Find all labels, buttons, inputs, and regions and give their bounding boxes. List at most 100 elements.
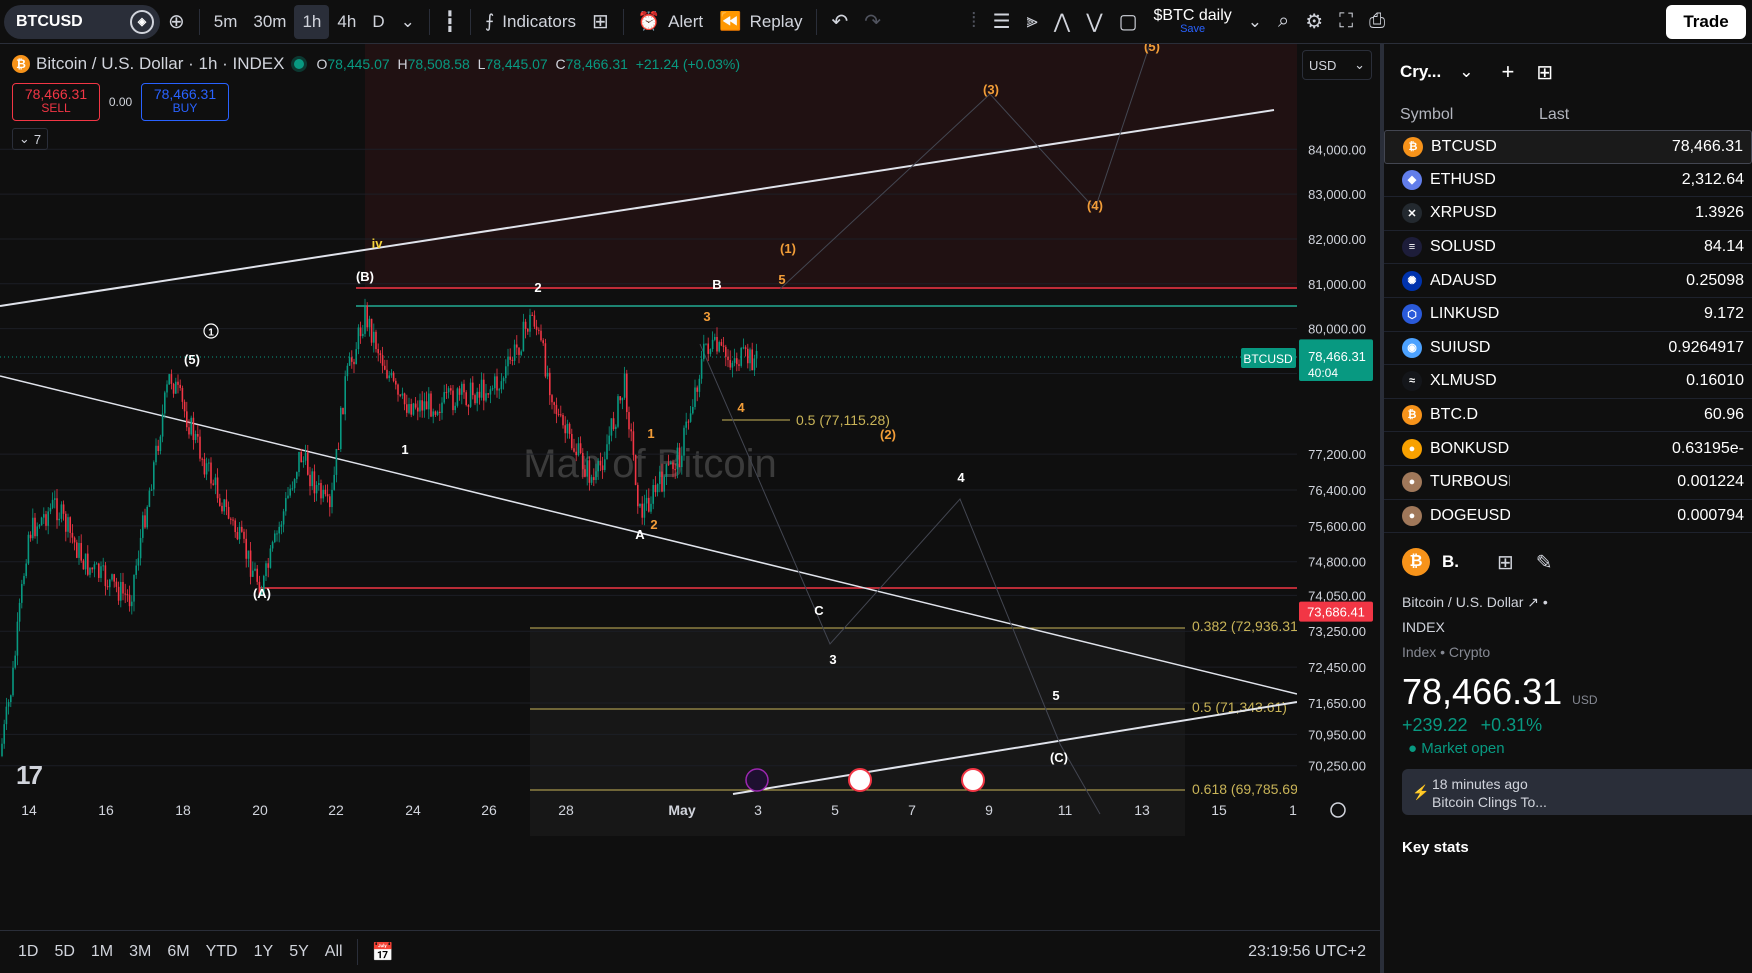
separator-dot: • bbox=[1542, 594, 1548, 610]
candle-body bbox=[392, 372, 395, 381]
redo-icon[interactable]: ↷ bbox=[856, 5, 889, 39]
undo-icon[interactable]: ↶ bbox=[823, 5, 856, 39]
candle-body bbox=[131, 601, 133, 607]
candle-body bbox=[604, 459, 606, 470]
price-tick-label: 74,800.00 bbox=[1308, 555, 1366, 570]
currency-select[interactable]: USD ⌄ bbox=[1302, 50, 1372, 80]
settings-icon[interactable]: ⚙ bbox=[1297, 5, 1331, 39]
time-tick-label: 26 bbox=[481, 802, 497, 818]
watchlist-row-btcusd[interactable]: ₿ BTCUSD 78,466.31 bbox=[1384, 130, 1752, 164]
candle-body bbox=[76, 542, 78, 558]
replay-button[interactable]: ⏪ Replay bbox=[711, 5, 810, 39]
layout-icon[interactable]: ▢ bbox=[1111, 5, 1146, 39]
range-1m[interactable]: 1M bbox=[83, 943, 121, 961]
layout-menu[interactable]: $BTC daily Save bbox=[1146, 5, 1240, 39]
external-link-icon[interactable]: ↗ bbox=[1527, 594, 1539, 610]
timeframe-dropdown-icon[interactable]: ⌄ bbox=[393, 5, 423, 39]
indicators-collapse-button[interactable]: ⌄ 7 bbox=[12, 128, 48, 150]
details-name[interactable]: Bitcoin / U.S. Dollar bbox=[1402, 594, 1523, 610]
coin-icon: ✕ bbox=[1402, 203, 1422, 224]
layout-save[interactable]: Save bbox=[1180, 24, 1205, 35]
fullscreen-icon[interactable]: ⛶ bbox=[1331, 5, 1361, 39]
camera-icon[interactable]: ⎙ bbox=[1361, 5, 1393, 39]
candle-body bbox=[236, 532, 239, 540]
elliott-impulse-icon[interactable]: ⋀ bbox=[1046, 5, 1078, 39]
col-last[interactable]: Last bbox=[1539, 106, 1569, 124]
grid-icon[interactable]: ⊞ bbox=[1497, 550, 1514, 575]
buy-button[interactable]: 78,466.31 BUY bbox=[141, 83, 229, 121]
range-6m[interactable]: 6M bbox=[159, 943, 197, 961]
timeframe-5m[interactable]: 5m bbox=[206, 5, 246, 39]
watchlist-row-linkusd[interactable]: ⬡ LINKUSD 9.172 bbox=[1384, 298, 1752, 332]
range-1y[interactable]: 1Y bbox=[246, 943, 282, 961]
watchlist-row-bonkusd[interactable]: ● BONKUSD 0.63195e- bbox=[1384, 432, 1752, 466]
watchlist-symbol: ETHUSD bbox=[1430, 170, 1496, 188]
add-icon[interactable]: + bbox=[1502, 59, 1515, 85]
watchlist-title[interactable]: Cry... bbox=[1400, 62, 1441, 82]
col-symbol[interactable]: Symbol bbox=[1400, 106, 1453, 124]
candle-body bbox=[557, 414, 560, 416]
candle-body bbox=[49, 507, 52, 512]
calendar-icon[interactable]: 📅 bbox=[364, 942, 402, 963]
wave-label-white: 1 bbox=[401, 442, 408, 457]
fib-extension-icon[interactable]: ⫸ bbox=[1019, 5, 1046, 39]
trade-button[interactable]: Trade bbox=[1666, 5, 1746, 39]
watchlist-row-xrpusd[interactable]: ✕ XRPUSD 1.3926 bbox=[1384, 197, 1752, 231]
candle-body bbox=[540, 330, 542, 341]
sell-label: SELL bbox=[41, 101, 71, 116]
tradingview-logo[interactable]: 17 bbox=[16, 760, 43, 791]
range-5y[interactable]: 5Y bbox=[281, 943, 317, 961]
fib-retracement-icon[interactable]: ☰ bbox=[985, 5, 1019, 39]
layout-dropdown-icon[interactable]: ⌄ bbox=[1240, 5, 1270, 39]
timeframe-4h[interactable]: 4h bbox=[329, 5, 364, 39]
timeframe-1h[interactable]: 1h bbox=[294, 4, 330, 39]
edit-icon[interactable]: ✎ bbox=[1536, 550, 1553, 575]
chart-pane[interactable]: Man of Bitcoin 0.5 (77,115.28) 0.382 (72,9… bbox=[0, 44, 1380, 930]
quick-search-icon[interactable]: ⌕ bbox=[1270, 5, 1297, 39]
watchlist-row-btcd[interactable]: ₿ BTC.D 60.96 bbox=[1384, 399, 1752, 433]
candle-style-icon[interactable]: ┇ bbox=[436, 5, 464, 39]
range-ytd[interactable]: YTD bbox=[198, 943, 246, 961]
time-tick-label: 22 bbox=[328, 802, 344, 818]
news-item[interactable]: ⚡ 18 minutes ago Bitcoin Clings To... bbox=[1402, 769, 1752, 815]
timeframe-30m[interactable]: 30m bbox=[245, 5, 294, 39]
event-lightning-icon[interactable] bbox=[745, 768, 769, 792]
watchlist-row-turbousd[interactable]: ● TURBOUSD 0.001224 bbox=[1384, 466, 1752, 500]
chevron-down-icon[interactable]: ⌄ bbox=[1459, 62, 1473, 82]
candle-body bbox=[472, 382, 474, 396]
alert-button[interactable]: ⏰ Alert bbox=[630, 5, 711, 39]
candle-body bbox=[388, 375, 390, 379]
watchlist-row-suiusd[interactable]: ◉ SUIUSD 0.9264917 bbox=[1384, 332, 1752, 366]
chart-canvas[interactable]: Man of Bitcoin 0.5 (77,115.28) 0.382 (72,9… bbox=[0, 44, 1380, 930]
watchlist-row-adausd[interactable]: ✺ ADAUSD 0.25098 bbox=[1384, 264, 1752, 298]
drag-handle-icon[interactable]: ⁞ bbox=[963, 5, 985, 39]
watchlist-row-solusd[interactable]: ≡ SOLUSD 84.14 bbox=[1384, 231, 1752, 265]
symbol-options-icon[interactable]: ◈ bbox=[130, 9, 154, 34]
candle-body bbox=[511, 359, 514, 361]
templates-icon[interactable]: ⊞ bbox=[584, 5, 617, 39]
sell-button[interactable]: 78,466.31 SELL bbox=[12, 83, 100, 121]
indicators-button[interactable]: ⨍ Indicators bbox=[477, 5, 584, 39]
range-5d[interactable]: 5D bbox=[46, 943, 82, 961]
watchlist-row-dogeusd[interactable]: ● DOGEUSD 0.000794 bbox=[1384, 500, 1752, 534]
table-icon[interactable]: ⊞ bbox=[1536, 60, 1553, 85]
range-all[interactable]: All bbox=[317, 943, 351, 961]
clock[interactable]: 23:19:56 UTC+2 bbox=[1248, 943, 1366, 961]
us-flag-icon[interactable] bbox=[961, 768, 985, 792]
elliott-correction-icon[interactable]: ⋁ bbox=[1078, 5, 1110, 39]
symbol-search[interactable]: BTCUSD ◈ bbox=[4, 4, 160, 39]
range-3m[interactable]: 3M bbox=[121, 943, 159, 961]
us-flag-icon[interactable] bbox=[848, 768, 872, 792]
add-symbol-button[interactable]: ⊕ bbox=[160, 5, 193, 39]
candle-body bbox=[709, 349, 712, 354]
coin-icon: ₿ bbox=[1403, 136, 1423, 157]
range-1d[interactable]: 1D bbox=[10, 943, 46, 961]
candle-body bbox=[410, 404, 412, 415]
candle-body bbox=[518, 347, 520, 355]
candle-body bbox=[170, 374, 173, 384]
watchlist-row-xlmusd[interactable]: ≈ XLMUSD 0.16010 bbox=[1384, 365, 1752, 399]
watchlist-row-ethusd[interactable]: ◆ ETHUSD 2,312.64 bbox=[1384, 164, 1752, 198]
wave-label-orange: 3 bbox=[703, 309, 710, 324]
timeframe-d[interactable]: D bbox=[364, 5, 392, 39]
candle-body bbox=[27, 534, 30, 564]
